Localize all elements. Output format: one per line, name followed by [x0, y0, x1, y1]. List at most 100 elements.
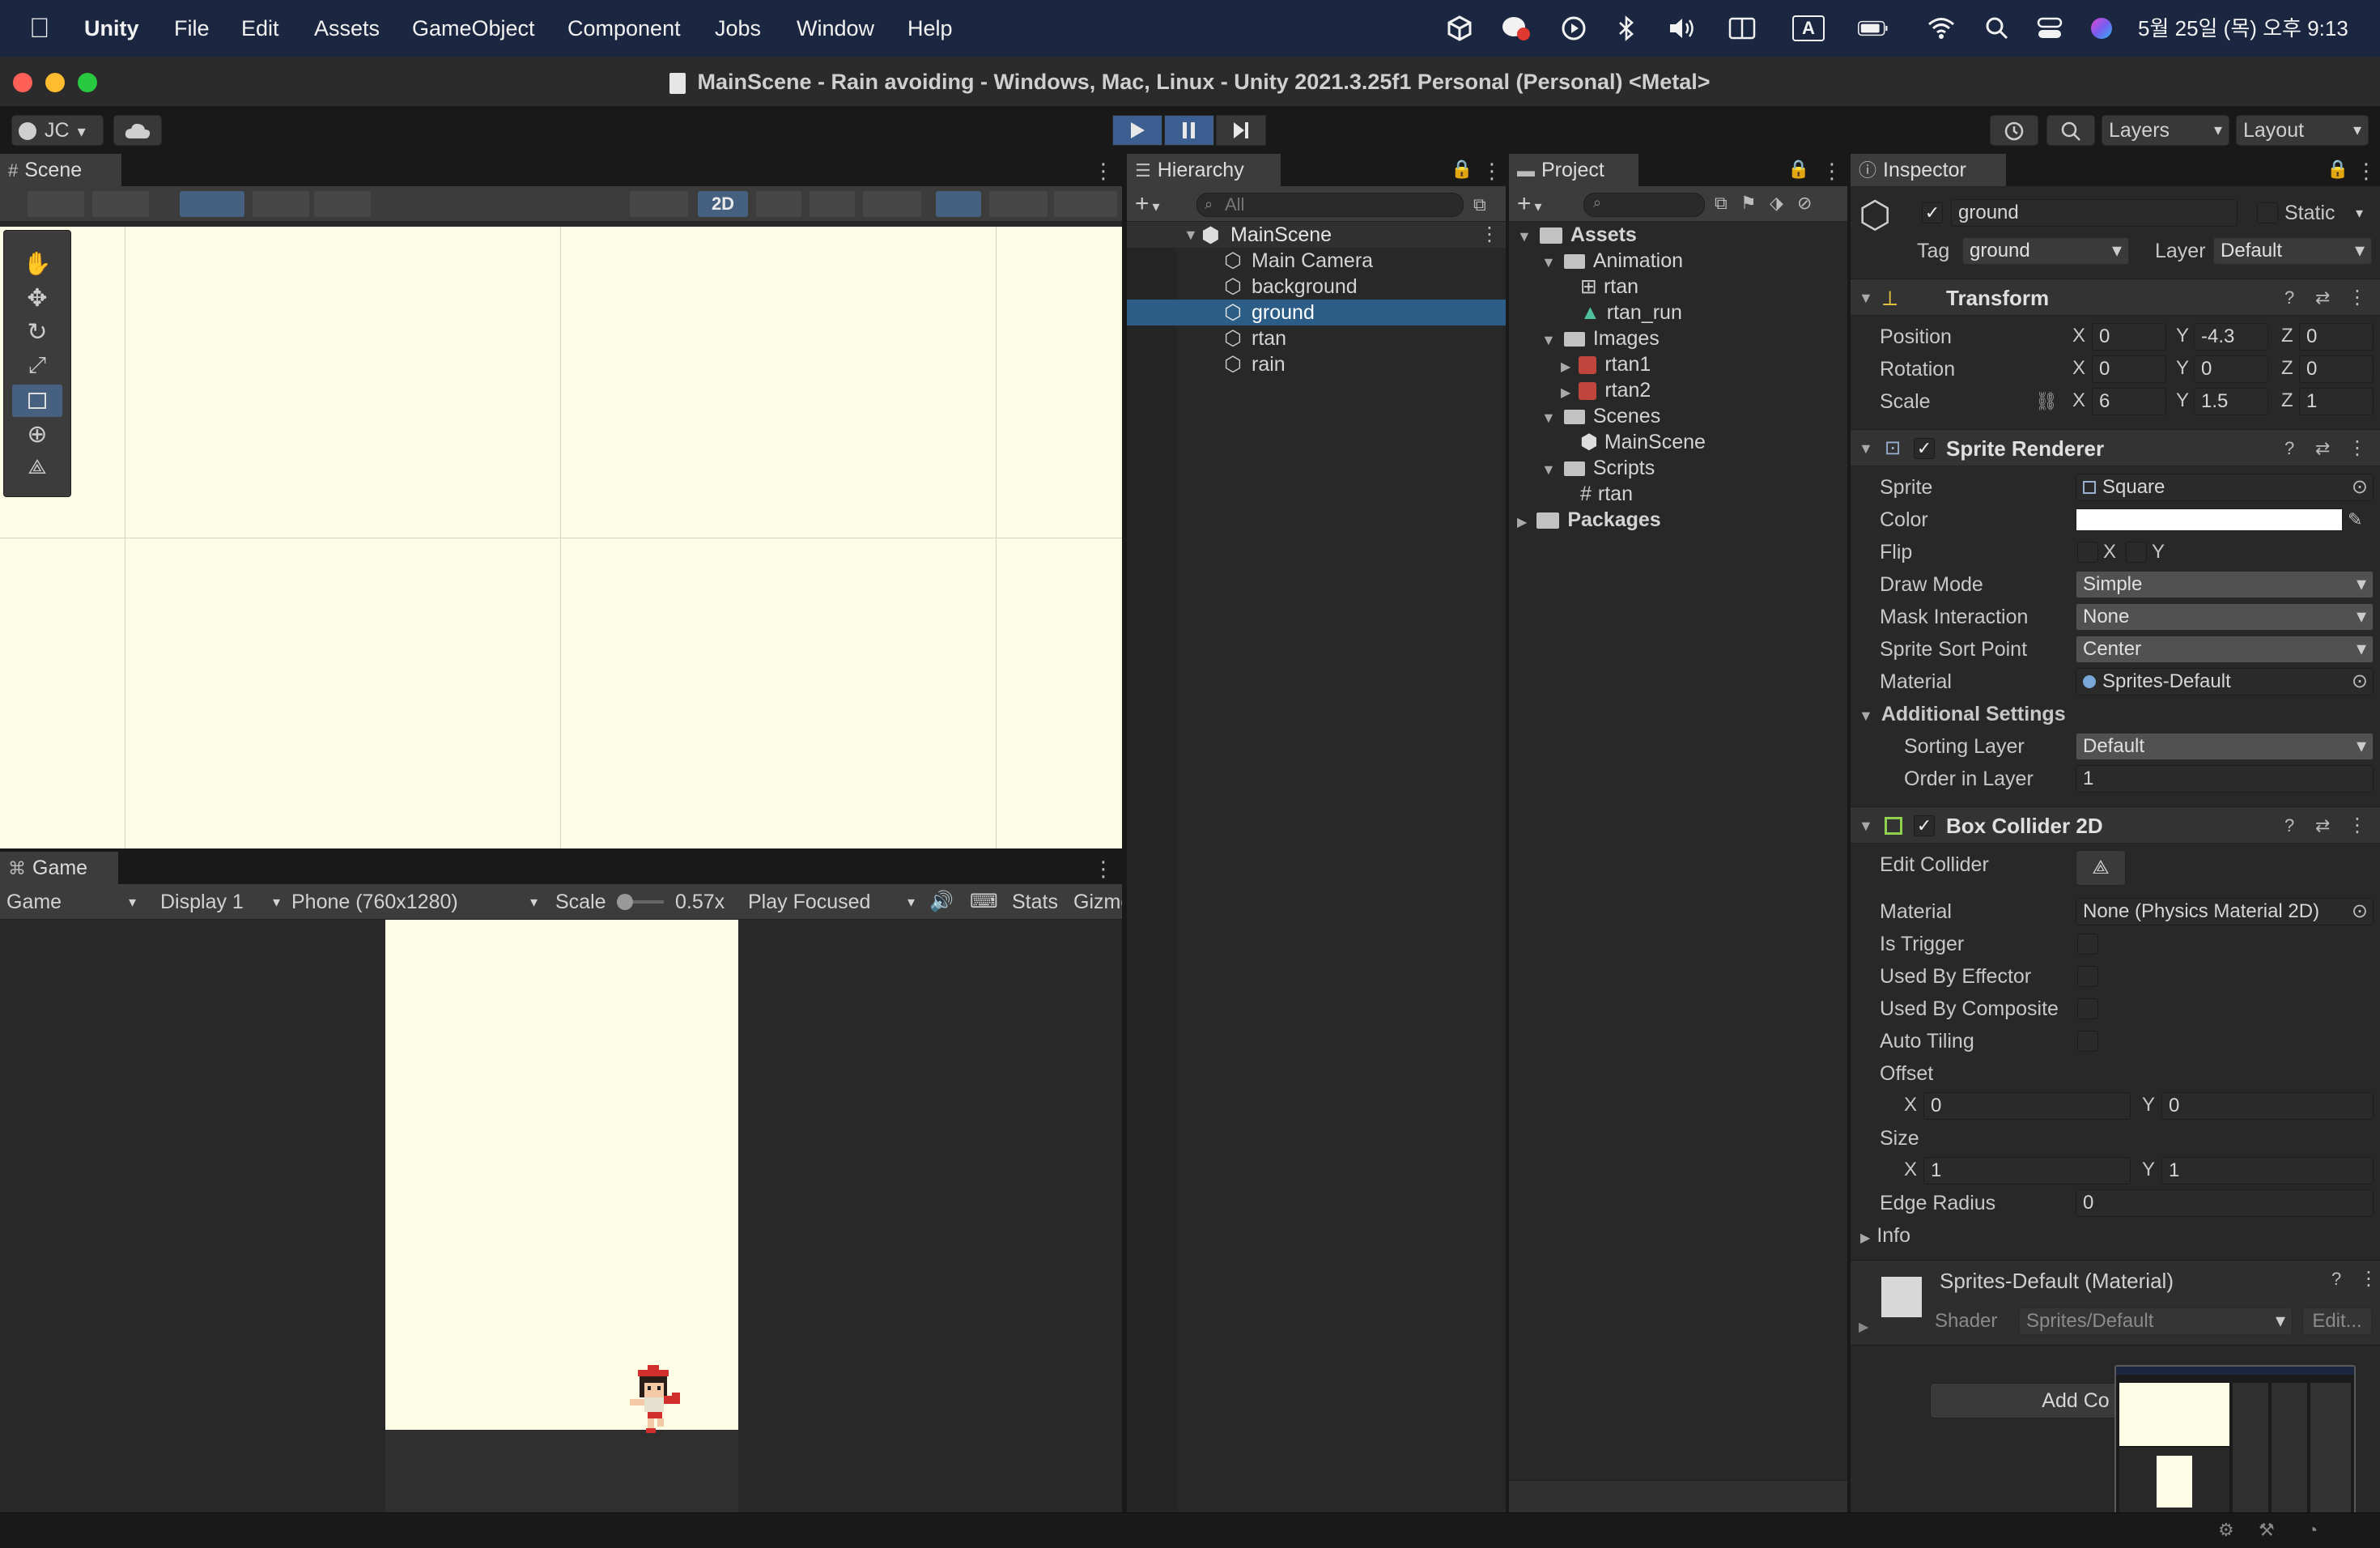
menu-component[interactable]: Component [567, 0, 681, 57]
increment-snap-dropdown[interactable] [314, 191, 371, 217]
is-trigger-checkbox[interactable] [2077, 933, 2098, 955]
lock-icon[interactable]: 🔒 [1787, 159, 1809, 180]
menu-file[interactable]: File [174, 0, 210, 57]
inspector-menu-icon[interactable]: ⋮ [2356, 159, 2377, 184]
audio-toggle[interactable] [810, 191, 855, 217]
project-menu-icon[interactable]: ⋮ [1821, 159, 1842, 184]
scene-root-row[interactable]: ▼ ⬢ MainScene ⋮ [1127, 222, 1506, 248]
rotation-x-input[interactable]: 0 [2092, 355, 2166, 383]
offset-x-input[interactable]: 0 [1923, 1092, 2131, 1120]
expand-triangle-icon[interactable]: ▼ [1541, 410, 1556, 426]
gizmos-button[interactable]: Gizmos [1073, 884, 1122, 920]
size-x-input[interactable]: 1 [1923, 1157, 2131, 1184]
collapse-triangle-icon[interactable]: ▼ [1859, 708, 1873, 724]
scale-z-input[interactable]: 1 [2299, 388, 2374, 415]
lock-icon[interactable]: 🔒 [1451, 159, 1473, 180]
draw-mode-dropdown[interactable] [28, 191, 84, 217]
sprite-renderer-enabled-checkbox[interactable]: ✓ [1914, 438, 1935, 459]
shader-edit-button[interactable]: Edit... [2302, 1308, 2372, 1335]
help-icon[interactable]: ? [2284, 430, 2294, 467]
expand-triangle-icon[interactable]: ▼ [1541, 254, 1556, 270]
orientation-dropdown[interactable] [630, 191, 688, 217]
mask-interaction-dropdown[interactable]: None [2076, 603, 2374, 631]
history-button[interactable] [1990, 115, 2038, 146]
used-by-composite-checkbox[interactable] [2077, 998, 2098, 1019]
resolution-dropdown[interactable]: Phone (760x1280) ▾ [291, 884, 539, 920]
render-mode-dropdown[interactable] [92, 191, 149, 217]
scene-menu-icon[interactable]: ⋮ [1093, 159, 1114, 184]
search-button[interactable] [2046, 115, 2095, 146]
step-button[interactable] [1216, 115, 1266, 146]
folder-scenes[interactable]: ▼ Scenes [1541, 403, 1660, 429]
screenshot-preview-thumbnail[interactable] [2114, 1365, 2356, 1520]
menu-help[interactable]: Help [907, 0, 953, 57]
rotate-tool-icon[interactable]: ↻ [12, 318, 62, 347]
presets-icon[interactable]: ⇄ [2315, 430, 2330, 467]
color-swatch[interactable] [2076, 508, 2343, 531]
rotation-y-input[interactable]: 0 [2194, 355, 2268, 383]
hand-tool-icon[interactable]: ✋ [12, 250, 62, 279]
unity-icon[interactable] [1444, 13, 1475, 44]
scale-tool-icon[interactable]: ⤢ [12, 352, 62, 381]
asset-anim-rtan[interactable]: ⊞ rtan [1580, 274, 1638, 300]
cloud-button[interactable] [113, 115, 162, 146]
folder-packages[interactable]: ▶ Packages [1517, 507, 1661, 533]
stats-button[interactable]: Stats [1012, 884, 1058, 920]
sprite-sort-point-dropdown[interactable]: Center [2076, 636, 2374, 663]
box-collider-enabled-checkbox[interactable]: ✓ [1914, 815, 1935, 836]
expand-triangle-icon[interactable]: ▶ [1859, 1319, 1868, 1335]
expand-triangle-icon[interactable]: ▶ [1517, 516, 1527, 529]
physics-material-field[interactable]: None (Physics Material 2D) ⊙ [2076, 898, 2374, 925]
object-name-input[interactable]: ground [1951, 199, 2238, 227]
expand-triangle-icon[interactable]: ▶ [1561, 386, 1570, 400]
component-menu-icon[interactable]: ⋮ [2359, 1267, 2378, 1291]
transform-tool-icon[interactable]: ⊕ [12, 420, 62, 449]
project-search-input[interactable] [1583, 193, 1705, 217]
search-by-label-icon[interactable]: ⚑ [1740, 193, 1757, 214]
info-foldout[interactable]: ▶ Info [1860, 1221, 1910, 1250]
visibility-toggle[interactable] [936, 191, 981, 217]
asset-anim-rtan-run[interactable]: ▲ rtan_run [1580, 300, 1682, 325]
sprite-object-field[interactable]: Square ⊙ [2076, 474, 2374, 501]
game-view-dropdown[interactable]: Game ▾ [6, 884, 142, 920]
tab-project[interactable]: ▬ Project [1509, 154, 1638, 186]
static-dropdown-arrow[interactable]: ▾ [2356, 198, 2363, 228]
object-picker-icon[interactable]: ⊙ [2352, 669, 2368, 695]
asset-scene-mainscene[interactable]: ⬢ MainScene [1580, 429, 1706, 455]
grid-snap-toggle[interactable] [180, 191, 244, 217]
volume-icon[interactable] [1668, 13, 1698, 44]
rotation-z-input[interactable]: 0 [2299, 355, 2374, 383]
position-y-input[interactable]: -4.3 [2194, 323, 2268, 351]
custom-tool-icon[interactable]: ⟁ [12, 454, 62, 483]
gizmos-dropdown[interactable] [1054, 191, 1117, 217]
progress-icon[interactable]: ◔ [2307, 1520, 2318, 1541]
keyboard-a-icon[interactable]: A [1792, 15, 1825, 41]
debug-mode-icon[interactable]: ⚒ [2259, 1520, 2275, 1541]
folder-scripts[interactable]: ▼ Scripts [1541, 455, 1655, 481]
move-tool-icon[interactable]: ✥ [12, 284, 62, 313]
mute-audio-icon[interactable]: 🔊 [929, 884, 954, 920]
help-icon[interactable]: ? [2284, 279, 2294, 317]
presets-icon[interactable]: ⇄ [2315, 807, 2330, 844]
hierarchy-item-background[interactable]: ⬡ background [1127, 274, 1506, 300]
bluetooth-icon[interactable] [1611, 13, 1642, 44]
input-icon[interactable] [1727, 13, 1757, 44]
box-collider-header[interactable]: ▼ ✓ Box Collider 2D ? ⇄ ⋮ [1851, 806, 2380, 844]
edit-collider-button[interactable]: ⟁ [2076, 850, 2126, 886]
menu-app-unity[interactable]: Unity [84, 0, 139, 57]
create-add-button[interactable]: + ▾ [1135, 186, 1160, 224]
play-circle-icon[interactable] [1558, 13, 1589, 44]
control-center-icon[interactable] [2034, 13, 2065, 44]
additional-settings-foldout[interactable]: ▼ Additional Settings [1859, 700, 2066, 729]
object-picker-icon[interactable]: ⊙ [2352, 899, 2368, 925]
apple-icon[interactable]:  [29, 0, 50, 57]
spotlight-icon[interactable] [1982, 13, 2012, 44]
siri-icon[interactable] [2086, 13, 2117, 44]
scene-search-icon[interactable]: ⧉ [1473, 194, 1486, 215]
chat-icon[interactable] [1501, 13, 1532, 44]
shader-dropdown[interactable]: Sprites/Default [2019, 1308, 2293, 1335]
lighting-toggle[interactable] [756, 191, 801, 217]
order-in-layer-input[interactable]: 1 [2076, 765, 2374, 793]
folder-images[interactable]: ▼ Images [1541, 325, 1660, 351]
eyedropper-icon[interactable]: ✎ [2348, 505, 2362, 534]
